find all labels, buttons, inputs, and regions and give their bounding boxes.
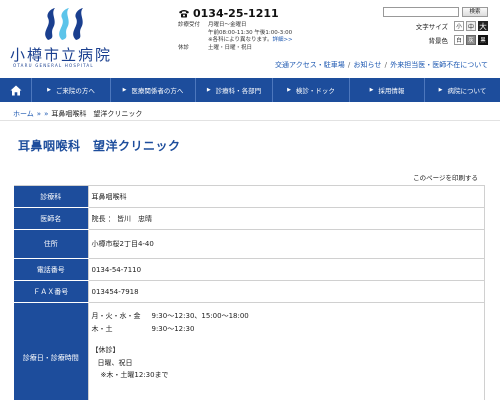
reception-note: ※各科により異なります。 xyxy=(208,37,273,44)
row-label-fax: ＦＡＸ番号 xyxy=(14,280,89,303)
site-header: 小樽市立病院 OTARU GENERAL HOSPITAL 0134-25-12… xyxy=(0,0,500,80)
schedule-days: 木・土 xyxy=(91,324,113,333)
arrow-right-icon: ▶ xyxy=(47,87,51,93)
telephone-icon xyxy=(179,10,189,18)
closed-days: 土曜・日曜・祝日 xyxy=(208,44,253,51)
arrow-right-icon: ▶ xyxy=(369,87,374,93)
logo-mark-icon xyxy=(45,8,83,40)
row-value-schedule: 月・火・水・金 9:30～12:30、15:00～18:00 木・土 9:30～12… xyxy=(88,302,485,400)
global-nav: ▶ ご来院の方へ ▶ 医療関係者の方へ ▶ 診療科・各部門 ▶ 検診・ドック ▶ 採用情報… xyxy=(0,78,500,102)
arrow-right-icon: ▶ xyxy=(122,87,127,93)
font-size-large-button[interactable]: 大 xyxy=(478,21,488,31)
doctor-schedule-link[interactable]: 外来担当医・医師不在について xyxy=(390,61,488,69)
row-label-doctor: 医師名 xyxy=(14,207,89,230)
arrow-right-icon: ▶ xyxy=(438,87,443,93)
bg-white-button[interactable]: 白 xyxy=(454,35,464,45)
table-row: ＦＡＸ番号 013454-7918 xyxy=(14,280,485,303)
font-size-medium-button[interactable]: 中 xyxy=(466,21,476,31)
closed-label: 休診 xyxy=(178,44,190,51)
font-size-switcher: 文字サイズ 小 中 大 xyxy=(368,21,488,31)
search-input[interactable] xyxy=(383,7,459,17)
bg-color-label: 背景色 xyxy=(428,37,449,45)
arrow-right-icon: ▶ xyxy=(206,87,211,93)
font-size-small-button[interactable]: 小 xyxy=(454,21,464,31)
reception-days: 月曜日～金曜日 xyxy=(208,22,247,28)
row-label-address: 住所 xyxy=(14,229,89,259)
bg-black-button[interactable]: 黒 xyxy=(478,35,488,45)
table-row: 電話番号 0134-54-7110 xyxy=(14,258,485,281)
news-link[interactable]: お知らせ xyxy=(354,61,382,69)
nav-item-checkup[interactable]: ▶ 検診・ドック xyxy=(273,78,350,102)
breadcrumb-home-link[interactable]: ホーム xyxy=(13,110,34,118)
nav-item-about[interactable]: ▶ 病院について xyxy=(425,78,500,102)
hospital-logo[interactable]: 小樽市立病院 OTARU GENERAL HOSPITAL xyxy=(10,6,122,68)
reception-hours: 診療受付 月曜日～金曜日 午前08:00-11:30 午後1:00-3:00 ※各… xyxy=(178,22,358,52)
phone-text: 0134-25-1211 xyxy=(193,7,279,20)
breadcrumb: ホーム»» 耳鼻咽喉科 望洋クリニック xyxy=(13,109,142,119)
divider: / xyxy=(345,61,353,69)
font-size-label: 文字サイズ xyxy=(415,23,448,31)
breadcrumb-separator: » xyxy=(36,110,42,118)
print-page-link[interactable]: このページを印刷する xyxy=(413,172,478,182)
row-label-schedule: 診療日・診療時間 xyxy=(14,302,89,400)
row-value-doctor: 院長 ： 皆川 忠晴 xyxy=(88,207,485,230)
access-link[interactable]: 交通アクセス・駐車場 xyxy=(275,61,345,69)
nav-item-medical-professionals[interactable]: ▶ 医療関係者の方へ xyxy=(111,78,196,102)
schedule-days: 月・火・水・金 xyxy=(91,312,141,320)
hours-detail-link[interactable]: 詳細>> xyxy=(272,37,292,43)
schedule-line: 木・土 9:30～12:30 xyxy=(92,323,485,336)
divider xyxy=(0,120,500,121)
nav-item-label: ご来院の方へ xyxy=(55,87,95,95)
page-title: 耳鼻咽喉科 望洋クリニック xyxy=(18,139,181,153)
breadcrumb-current: 耳鼻咽喉科 望洋クリニック xyxy=(51,110,143,118)
closed-note: ※木・土曜12:30まで xyxy=(100,371,169,380)
nav-item-label: 診療科・各部門 xyxy=(215,87,262,95)
nav-item-label: 検診・ドック xyxy=(295,87,335,95)
reception-label: 診療受付 xyxy=(178,22,201,28)
row-label-phone: 電話番号 xyxy=(14,258,89,281)
schedule-time: 9:30～12:30、15:00～18:00 xyxy=(151,312,249,320)
bg-color-switcher: 背景色 白 灰 黒 xyxy=(368,35,488,45)
table-row: 医師名 院長 ： 皆川 忠晴 xyxy=(14,207,485,230)
row-label-department: 診療科 xyxy=(14,185,89,208)
home-icon xyxy=(10,85,21,95)
table-row: 住所 小樽市桜2丁目4-40 xyxy=(14,229,485,259)
schedule-line: 月・火・水・金 9:30～12:30、15:00～18:00 xyxy=(92,310,485,323)
site-search: 検索 xyxy=(368,7,488,17)
row-value-phone: 0134-54-7110 xyxy=(88,258,485,281)
phone-number: 0134-25-1211 xyxy=(178,7,358,20)
contact-info: 0134-25-1211 診療受付 月曜日～金曜日 午前08:00-11:30 午… xyxy=(178,7,358,52)
logo-english-text: OTARU GENERAL HOSPITAL xyxy=(13,63,94,68)
nav-item-recruit[interactable]: ▶ 採用情報 xyxy=(350,78,425,102)
nav-item-visitors[interactable]: ▶ ご来院の方へ xyxy=(32,78,111,102)
header-sub-links: 交通アクセス・駐車場 / お知らせ / 外来担当医・医師不在について xyxy=(275,60,488,70)
divider: / xyxy=(382,61,390,69)
logo-text: 小樽市立病院 xyxy=(10,46,113,64)
schedule-time: 9:30～12:30 xyxy=(151,324,195,333)
row-value-department: 耳鼻咽喉科 xyxy=(88,185,485,208)
row-value-address: 小樽市桜2丁目4-40 xyxy=(88,229,485,259)
utility-area: 検索 文字サイズ 小 中 大 背景色 白 灰 黒 xyxy=(368,7,488,45)
nav-item-departments[interactable]: ▶ 診療科・各部門 xyxy=(196,78,273,102)
table-row: 診療科 耳鼻咽喉科 xyxy=(14,185,485,208)
clinic-info-table: 診療科 耳鼻咽喉科 医師名 院長 ： 皆川 忠晴 住所 小樽市桜2丁目4-40 … xyxy=(14,185,485,400)
nav-item-label: 採用情報 xyxy=(378,87,405,95)
nav-home-button[interactable] xyxy=(0,78,32,102)
nav-item-label: 病院について xyxy=(447,87,487,95)
row-value-fax: 013454-7918 xyxy=(88,280,485,303)
closed-title: 【休診】 xyxy=(91,346,120,355)
nav-item-label: 医療関係者の方へ xyxy=(131,87,184,95)
breadcrumb-separator: » xyxy=(44,110,49,118)
search-button[interactable]: 検索 xyxy=(462,7,488,17)
arrow-right-icon: ▶ xyxy=(287,87,291,93)
table-row: 診療日・診療時間 月・火・水・金 9:30～12:30、15:00～18:00 木… xyxy=(14,302,485,400)
closed-day: 日曜、祝日 xyxy=(97,358,133,367)
bg-gray-button[interactable]: 灰 xyxy=(466,35,476,45)
